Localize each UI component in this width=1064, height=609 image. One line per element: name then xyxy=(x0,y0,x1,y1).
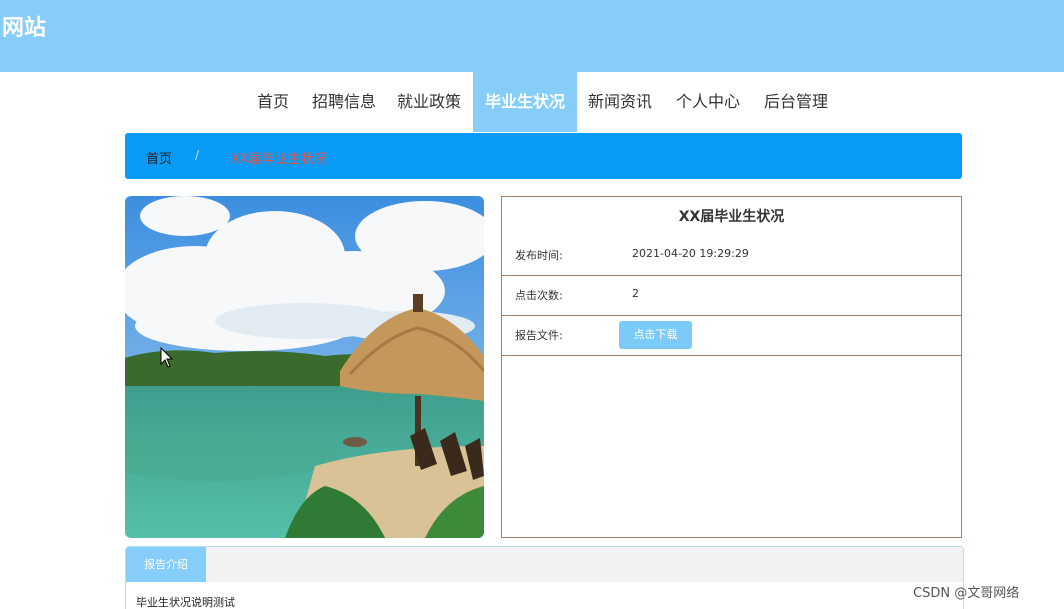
breadcrumb-home-link[interactable]: 首页 xyxy=(146,148,172,167)
site-header: 网站 xyxy=(0,0,1064,72)
nav-item-policy[interactable]: 就业政策 xyxy=(391,72,467,132)
nav-item-graduates[interactable]: 毕业生状况 xyxy=(473,72,577,132)
nav-item-news[interactable]: 新闻资讯 xyxy=(582,72,658,132)
publish-time-value: 2021-04-20 19:29:29 xyxy=(632,247,749,260)
publish-time-row: 发布时间: 2021-04-20 19:29:29 xyxy=(502,235,961,276)
report-intro-text: 毕业生状况说明测试 xyxy=(136,596,235,609)
detail-panel: XX届毕业生状况 发布时间: 2021-04-20 19:29:29 点击次数:… xyxy=(501,196,962,538)
nav-item-home[interactable]: 首页 xyxy=(247,72,299,132)
report-intro-panel: 报告介绍 毕业生状况说明测试 xyxy=(125,546,964,609)
click-count-row: 点击次数: 2 xyxy=(502,275,961,316)
nav-item-personal[interactable]: 个人中心 xyxy=(670,72,746,132)
nav-item-admin[interactable]: 后台管理 xyxy=(758,72,834,132)
tab-report-intro[interactable]: 报告介绍 xyxy=(126,547,206,582)
download-button[interactable]: 点击下载 xyxy=(619,321,692,349)
csdn-watermark: CSDN @文哥网络 xyxy=(913,586,1020,601)
breadcrumb-current: XX届毕业生状况 xyxy=(231,152,327,167)
main-nav: 首页 招聘信息 就业政策 毕业生状况 新闻资讯 个人中心 后台管理 xyxy=(0,72,1064,132)
report-file-label: 报告文件: xyxy=(515,329,563,342)
nav-item-jobs[interactable]: 招聘信息 xyxy=(306,72,382,132)
beach-hut-photo xyxy=(125,196,484,538)
report-file-row: 报告文件: 点击下载 xyxy=(502,315,961,356)
site-title: 网站 xyxy=(2,16,47,41)
detail-title: XX届毕业生状况 xyxy=(678,209,785,225)
breadcrumb-separator: / xyxy=(195,148,200,162)
breadcrumb: 首页 / XX届毕业生状况 xyxy=(125,133,962,179)
mouse-pointer-icon xyxy=(160,346,174,373)
report-tab-bar: 报告介绍 xyxy=(126,547,963,582)
click-count-value: 2 xyxy=(632,287,639,300)
click-count-label: 点击次数: xyxy=(515,289,563,302)
publish-time-label: 发布时间: xyxy=(515,249,563,262)
